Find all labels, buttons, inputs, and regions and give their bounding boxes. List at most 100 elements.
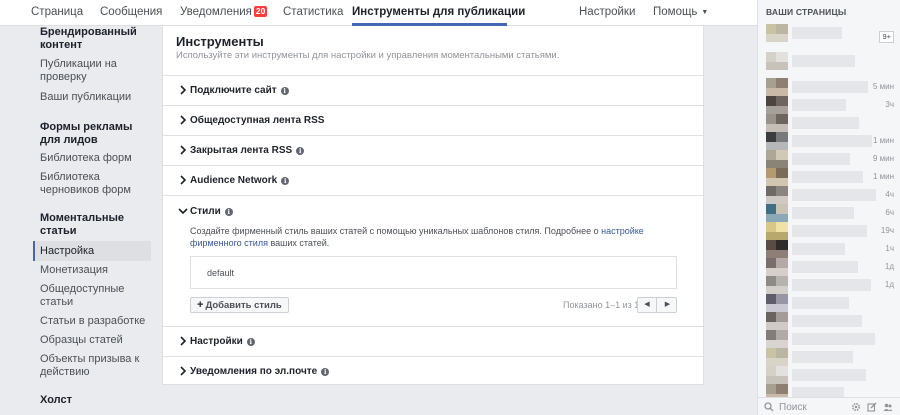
add-style-button[interactable]: + Добавить стиль	[190, 297, 289, 313]
tab-help[interactable]: Помощь ▼	[653, 0, 708, 26]
section-label: Audience Network	[190, 175, 278, 186]
page-list-item[interactable]: 5 мин	[766, 78, 898, 96]
chevron-right-icon	[180, 366, 187, 376]
page-avatar	[766, 276, 788, 294]
page-name-redacted	[792, 297, 849, 309]
info-icon[interactable]: i	[246, 338, 255, 346]
page-activity-time: 1д	[884, 280, 894, 289]
styles-desc-text-end: ваших статей.	[267, 238, 330, 248]
sidebar-item-forms-library[interactable]: Библиотека форм	[40, 152, 150, 165]
page-list-item[interactable]: 1д	[766, 258, 898, 276]
page-avatar	[766, 258, 788, 276]
page-name-redacted	[792, 153, 850, 165]
sidebar-item-posts-to-review[interactable]: Публикации на проверку	[40, 58, 150, 83]
sidebar-item-monetization[interactable]: Монетизация	[40, 264, 150, 277]
your-pages-title: ВАШИ СТРАНИЦЫ	[766, 7, 847, 17]
page-list-item[interactable]: 1ч	[766, 240, 898, 258]
section-settings[interactable]: Настройки i	[163, 326, 703, 356]
pagination-controls: ◀ ▶	[637, 297, 677, 313]
page-list-item[interactable]	[766, 24, 898, 42]
page-list-item[interactable]: 9 мин	[766, 150, 898, 168]
page-name-redacted	[792, 315, 862, 327]
sidebar-heading-lead-ads-forms: Формы рекламы для лидов	[40, 121, 133, 146]
page-list-item[interactable]	[766, 348, 898, 366]
page-avatar	[766, 52, 788, 70]
page-activity-time: 1 мин	[872, 136, 894, 145]
page-name-redacted	[792, 81, 868, 93]
sidebar-heading-instant-articles: Моментальные статьи	[40, 212, 125, 237]
page-list-item[interactable]	[766, 114, 898, 132]
page-list-item[interactable]	[766, 330, 898, 348]
page-list-item[interactable]: 4ч	[766, 186, 898, 204]
style-list-item[interactable]: default	[190, 256, 677, 289]
next-page-button[interactable]: ▶	[658, 298, 677, 312]
section-private-rss[interactable]: Закрытая лента RSS i	[163, 135, 703, 165]
page-name-redacted	[792, 225, 867, 237]
gear-icon[interactable]	[851, 402, 861, 412]
page-title: Инструменты	[176, 34, 264, 49]
search-input[interactable]: Поиск	[779, 402, 807, 413]
page-list-item[interactable]: 1д	[766, 276, 898, 294]
info-icon[interactable]: i	[280, 87, 289, 95]
page-list-item[interactable]	[766, 312, 898, 330]
styles-label[interactable]: Стили	[190, 206, 221, 217]
page-name-redacted	[792, 135, 872, 147]
sidebar-item-call-to-action-units[interactable]: Объекты призыва к действию	[40, 353, 150, 378]
page-avatar	[766, 240, 788, 258]
page-name-redacted	[792, 279, 871, 291]
dropdown-caret-icon: ▼	[701, 9, 709, 16]
section-email-notifications[interactable]: Уведомления по эл.почте i	[163, 356, 703, 386]
sidebar-item-your-posts[interactable]: Ваши публикации	[40, 91, 150, 104]
sidebar-heading-branded-content: Брендированный контент	[40, 26, 137, 51]
section-connect-site[interactable]: Подключите сайт i	[163, 75, 703, 105]
tab-insights[interactable]: Статистика	[283, 0, 343, 26]
page-list-item[interactable]: 1 мин	[766, 132, 898, 150]
info-icon[interactable]: i	[224, 208, 233, 216]
tab-publishing-tools[interactable]: Инструменты для публикации	[352, 0, 525, 26]
page-list-item[interactable]: 6ч	[766, 204, 898, 222]
page-list-item[interactable]	[766, 294, 898, 312]
compose-icon[interactable]	[867, 402, 877, 412]
page-avatar	[766, 366, 788, 384]
section-label: Настройки	[190, 336, 243, 347]
section-styles: Стили i Создайте фирменный стиль ваших ст…	[163, 195, 703, 326]
left-sidebar: Брендированный контент Публикации на про…	[0, 26, 157, 415]
tab-settings[interactable]: Настройки	[579, 0, 635, 26]
group-icon[interactable]	[883, 402, 893, 412]
sidebar-item-configuration[interactable]: Настройка	[33, 241, 151, 261]
info-icon[interactable]: i	[296, 147, 305, 155]
section-label: Общедоступная лента RSS	[190, 115, 325, 126]
sidebar-item-sample-articles[interactable]: Образцы статей	[40, 334, 150, 347]
page-avatar	[766, 222, 788, 240]
page-name-redacted	[792, 189, 876, 201]
sidebar-item-draft-forms-library[interactable]: Библиотека черновиков форм	[40, 171, 150, 196]
chevron-down-icon[interactable]	[178, 207, 188, 215]
tab-messages[interactable]: Сообщения	[100, 0, 162, 26]
page-avatar	[766, 312, 788, 330]
section-label: Уведомления по эл.почте	[190, 366, 318, 377]
page-list-item[interactable]	[766, 52, 898, 70]
page-name-redacted	[792, 27, 842, 39]
section-audience-network[interactable]: Audience Network i	[163, 165, 703, 195]
tab-notifications[interactable]: Уведомления 20	[180, 0, 268, 26]
sidebar-item-development-articles[interactable]: Статьи в разработке	[40, 315, 150, 328]
chevron-right-icon	[180, 175, 187, 185]
info-icon[interactable]: i	[281, 177, 290, 185]
page-activity-time: 4ч	[885, 190, 894, 199]
page-name-redacted	[792, 261, 858, 273]
page-activity-time: 9 мин	[872, 154, 894, 163]
tab-notifications-label: Уведомления	[180, 6, 252, 18]
prev-page-button[interactable]: ◀	[638, 298, 657, 312]
page-list-item[interactable]	[766, 366, 898, 384]
styles-description: Создайте фирменный стиль ваших статей с …	[190, 225, 670, 249]
info-icon[interactable]: i	[321, 368, 330, 376]
page-list-item[interactable]: 1 мин	[766, 168, 898, 186]
page-list-item[interactable]: 3ч	[766, 96, 898, 114]
tab-page[interactable]: Страница	[31, 0, 83, 26]
page-list-item[interactable]: 19ч	[766, 222, 898, 240]
section-public-rss[interactable]: Общедоступная лента RSS	[163, 105, 703, 135]
tab-help-label: Помощь	[653, 6, 698, 18]
page-name-redacted	[792, 369, 866, 381]
sidebar-item-published-articles[interactable]: Общедоступные статьи	[40, 283, 150, 308]
page-avatar	[766, 204, 788, 222]
